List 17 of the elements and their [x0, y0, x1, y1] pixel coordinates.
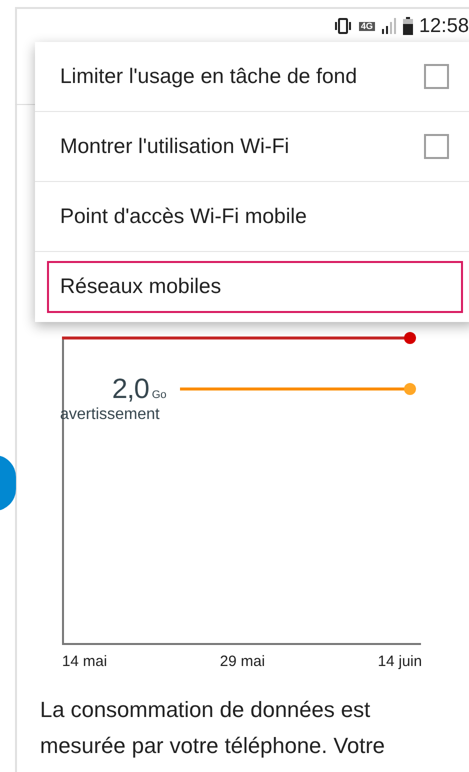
menu-item[interactable]: Point d'accès Wi-Fi mobile [47, 190, 463, 242]
battery-icon [402, 17, 413, 35]
checkbox[interactable] [424, 134, 449, 159]
description-text: La consommation de données est mesurée par votre téléphone. Votre [40, 696, 386, 760]
axis-label: 14 juin [378, 652, 422, 672]
warning-value: 2,0 [112, 372, 149, 406]
signal-icon [380, 18, 397, 34]
axis-label: 29 mai [220, 652, 265, 672]
checkbox[interactable] [424, 64, 449, 89]
menu-item[interactable]: Limiter l'usage en tâche de fond [47, 50, 424, 102]
network-type-text: 4G [358, 22, 375, 30]
warning-unit: Go [152, 388, 167, 403]
menu-item[interactable]: Réseaux mobiles [47, 261, 463, 313]
menu-item[interactable]: Montrer l'utilisation Wi-Fi [47, 120, 424, 172]
vibrate-icon [332, 17, 353, 35]
clock-time: 12:58 [418, 14, 469, 39]
axis-label: 14 mai [62, 652, 108, 672]
